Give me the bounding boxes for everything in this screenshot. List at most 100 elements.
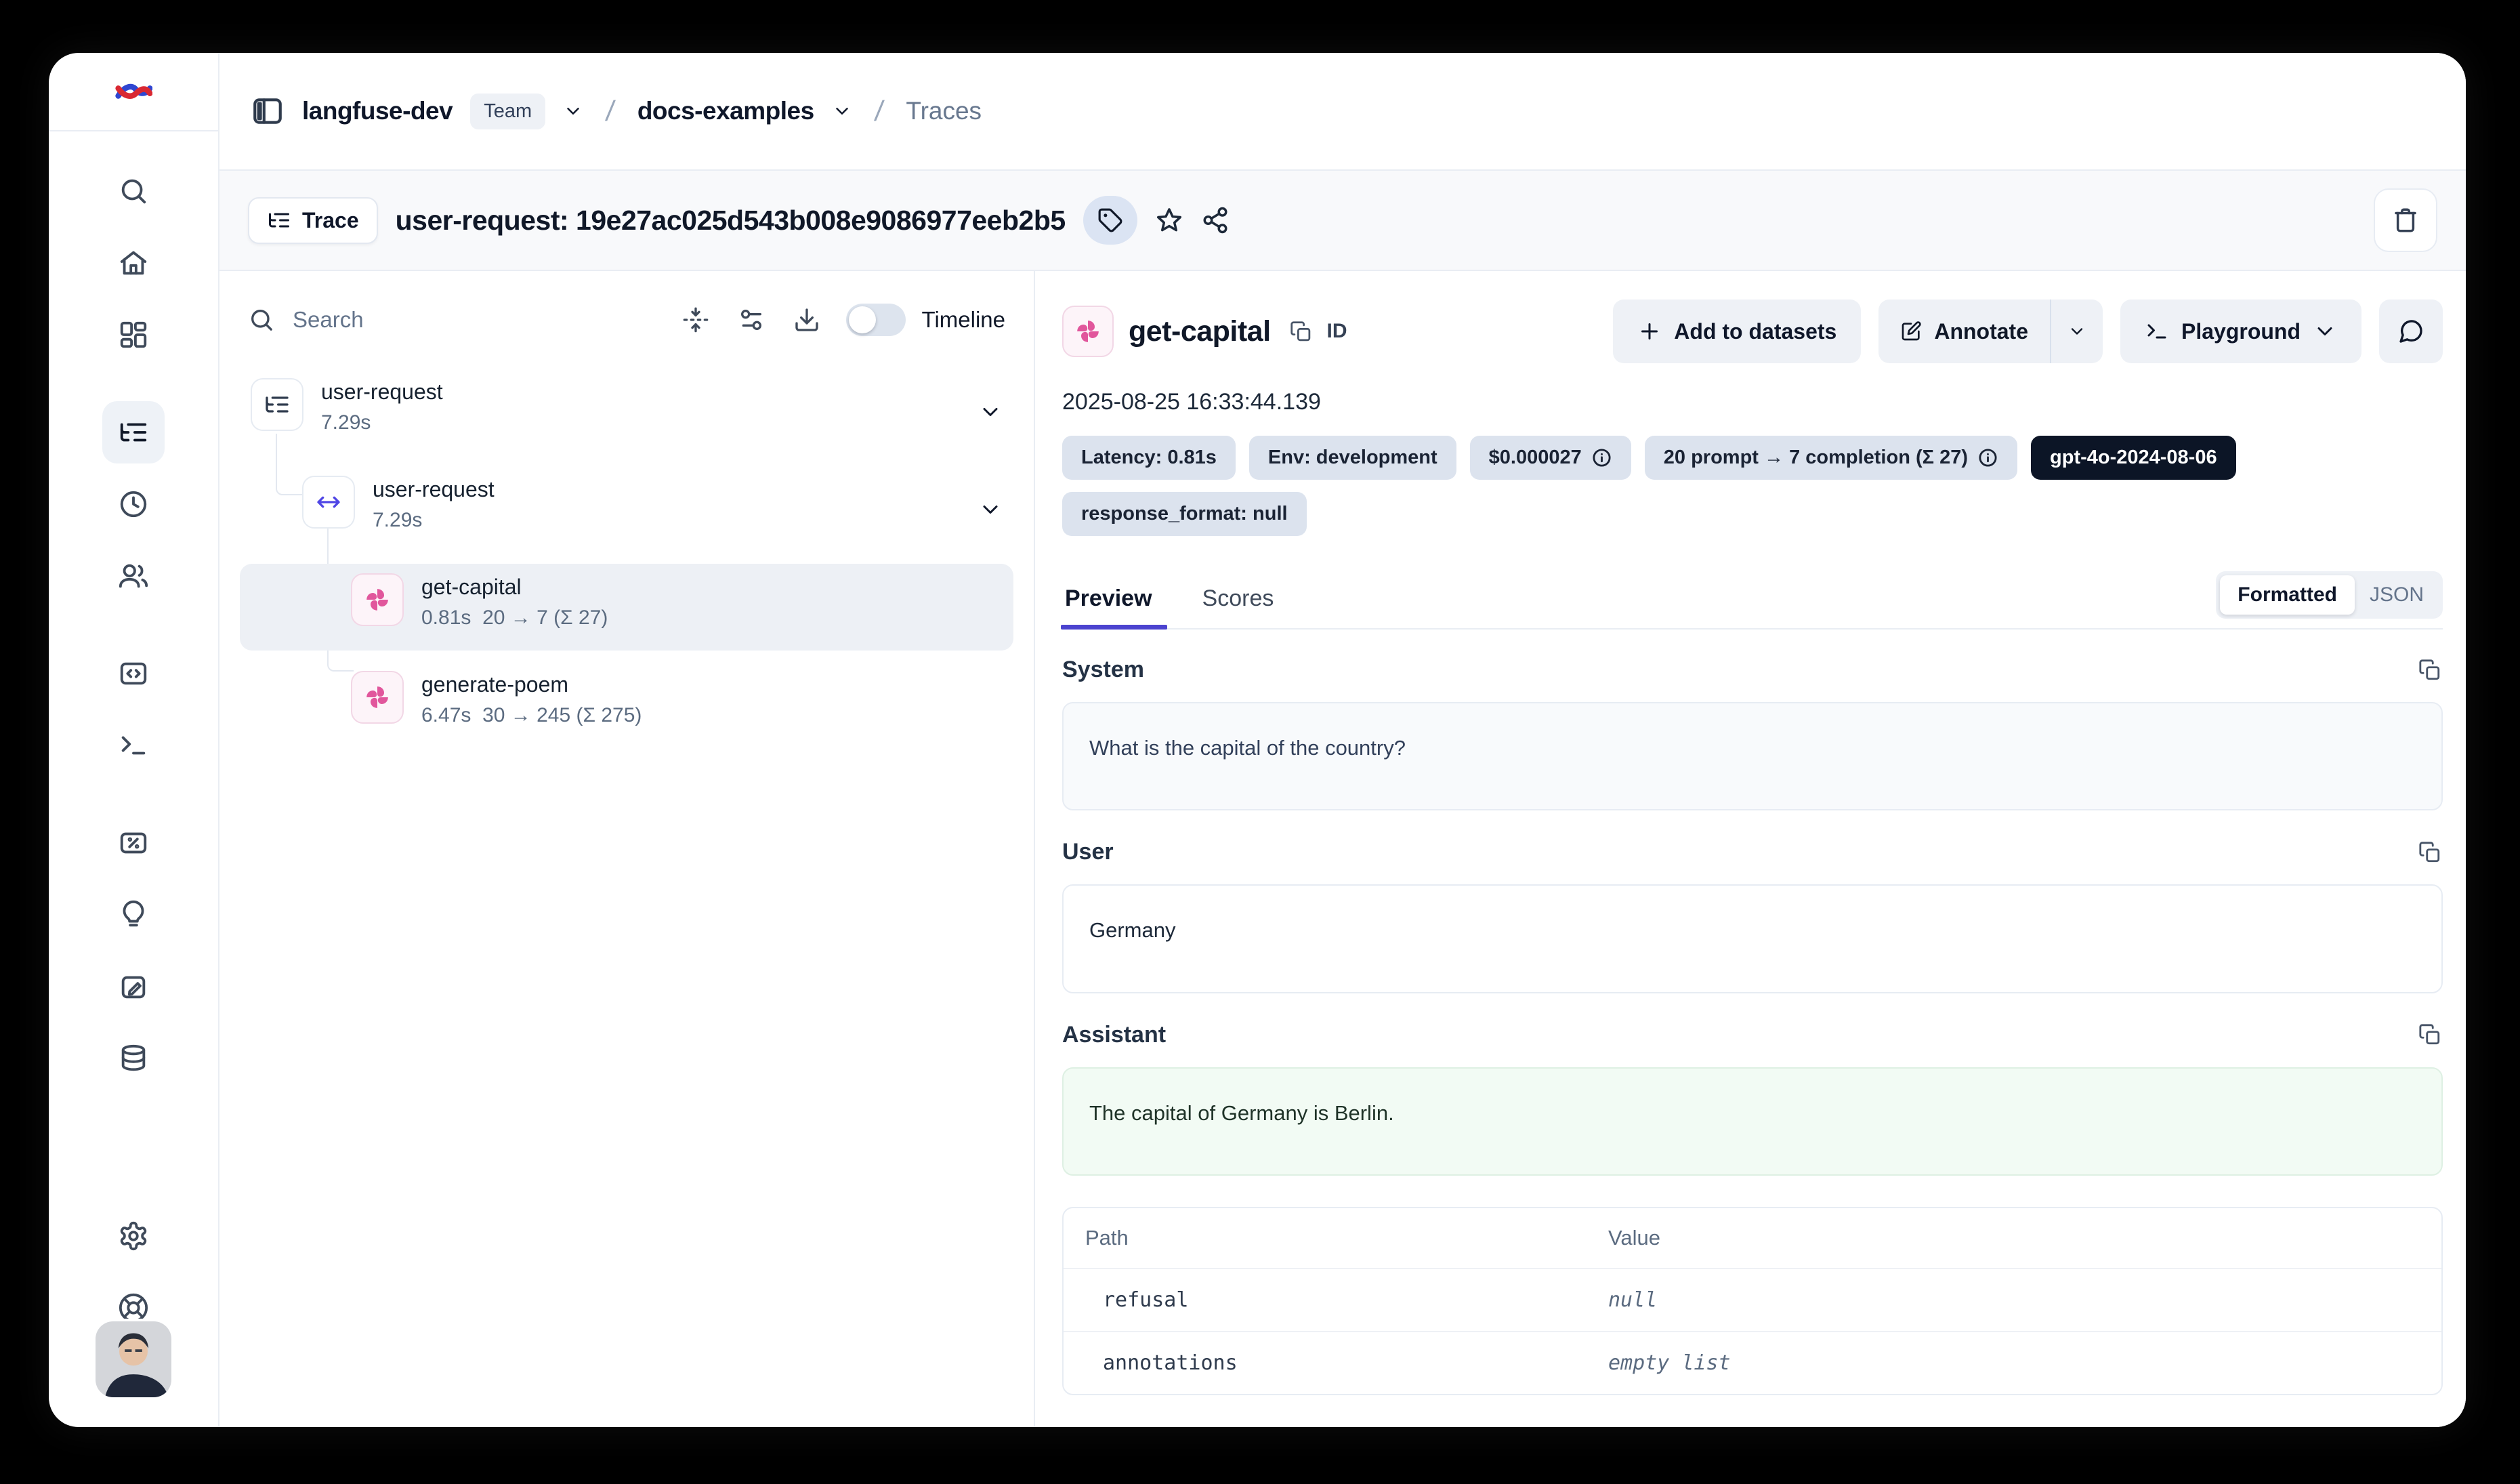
org-plan-badge: Team [470, 94, 545, 129]
breadcrumb-page[interactable]: Traces [906, 97, 982, 125]
sidebar-toggle-button[interactable] [251, 94, 285, 128]
tree-settings-button[interactable] [738, 306, 765, 333]
observation-detail-panel: get-capital ID Add to datasets [1035, 271, 2466, 1427]
generation-pinwheel-icon [364, 684, 391, 711]
sidebar-item-evaluations[interactable] [102, 812, 165, 874]
node-label: user-request [373, 477, 495, 502]
tab-scores[interactable]: Scores [1200, 585, 1289, 628]
share-icon [1201, 206, 1230, 234]
metric-badges-row: Latency: 0.81s Env: development $0.00002… [1062, 436, 2443, 480]
sidebar-item-home[interactable] [102, 232, 165, 294]
tree-node-span[interactable]: user-request 7.29s [240, 466, 1013, 553]
timeline-toggle[interactable] [846, 304, 906, 336]
trace-node-icon [251, 378, 303, 431]
lightbulb-icon [118, 899, 149, 930]
sidebar-item-tracing[interactable] [102, 401, 165, 463]
path-cell: refusal [1085, 1288, 1608, 1312]
collapse-node-chevron[interactable] [978, 497, 1003, 522]
node-duration: 7.29s [373, 509, 495, 532]
view-mode-toggle: Formatted JSON [2216, 571, 2443, 619]
path-column-header: Path [1085, 1226, 1608, 1250]
share-button[interactable] [1201, 206, 1230, 234]
user-heading: User [1062, 839, 1114, 865]
content-body: Search Timeline [219, 271, 2466, 1427]
database-icon [118, 1043, 149, 1074]
copy-icon[interactable] [2418, 1023, 2441, 1046]
system-message-text: What is the capital of the country? [1089, 736, 1406, 760]
latency-badge: Latency: 0.81s [1062, 436, 1236, 480]
observation-tree-panel: Search Timeline [219, 271, 1035, 1427]
copy-id-button[interactable] [1290, 321, 1312, 343]
model-badge[interactable]: gpt-4o-2024-08-06 [2031, 436, 2236, 480]
system-heading: System [1062, 657, 1144, 683]
view-formatted-option[interactable]: Formatted [2220, 575, 2355, 615]
tags-button[interactable] [1083, 196, 1137, 245]
collapse-all-button[interactable] [682, 306, 709, 333]
add-to-datasets-button[interactable]: Add to datasets [1613, 300, 1861, 363]
user-message-box: Germany [1062, 884, 2443, 993]
tag-icon [1097, 207, 1123, 233]
terminal-icon [118, 730, 149, 761]
trace-type-badge[interactable]: Trace [248, 197, 378, 244]
value-cell: empty list [1608, 1351, 2420, 1375]
playground-label: Playground [2181, 319, 2301, 344]
breadcrumb-org[interactable]: langfuse-dev [302, 97, 453, 125]
add-to-datasets-label: Add to datasets [1674, 319, 1836, 344]
assistant-heading: Assistant [1062, 1022, 1166, 1048]
sidebar-item-search[interactable] [102, 160, 165, 222]
langfuse-logo[interactable] [49, 53, 218, 131]
tab-preview[interactable]: Preview [1062, 585, 1167, 628]
message-bubble-icon [2397, 318, 2424, 345]
sidebar-item-settings[interactable] [102, 1205, 165, 1267]
playground-button[interactable]: Playground [2120, 300, 2361, 363]
io-sections: System What is the capital of the countr… [1062, 630, 2443, 1427]
annotate-button[interactable]: Annotate [1878, 300, 2050, 363]
delete-trace-button[interactable] [2374, 188, 2437, 252]
generation-node-icon [351, 671, 404, 724]
bookmark-star-button[interactable] [1155, 206, 1183, 234]
tree-search-input[interactable]: Search [293, 307, 364, 333]
view-json-option[interactable]: JSON [2355, 575, 2439, 615]
node-metrics: 0.81s 20 → 7 (Σ 27) [421, 606, 608, 630]
screen: langfuse-dev Team / docs-examples / Trac… [0, 0, 2520, 1484]
sidebar-item-insights[interactable] [102, 884, 165, 946]
annotate-dropdown-chevron[interactable] [2050, 300, 2103, 363]
breadcrumb-project[interactable]: docs-examples [637, 97, 814, 125]
sidebar-item-users[interactable] [102, 545, 165, 607]
sidebar-item-dashboards[interactable] [102, 304, 165, 366]
system-section-header: System [1062, 657, 2441, 683]
icon-rail [49, 53, 219, 1427]
langfuse-logo-icon [114, 80, 152, 103]
sidebar-item-annotation-queues[interactable] [102, 955, 165, 1018]
tree-node-generation[interactable]: generate-poem 6.47s 30 → 245 (Σ 275) [240, 661, 1013, 748]
breadcrumb-separator: / [873, 95, 885, 127]
copy-icon[interactable] [2418, 841, 2441, 864]
param-badges-row: response_format: null [1062, 492, 2443, 536]
arrows-horizontal-icon [315, 489, 342, 516]
sidebar-item-playground[interactable] [102, 714, 165, 777]
comments-button[interactable] [2379, 300, 2443, 363]
search-icon [118, 176, 149, 207]
tree-node-trace[interactable]: user-request 7.29s [240, 369, 1013, 455]
token-usage-badge: 20 prompt → 7 completion (Σ 27) [1645, 436, 2017, 480]
collapse-node-chevron[interactable] [978, 400, 1003, 424]
download-icon [793, 306, 820, 333]
sidebar-item-prompts[interactable] [102, 642, 165, 705]
path-cell: annotations [1085, 1351, 1608, 1375]
sidebar-item-sessions[interactable] [102, 473, 165, 535]
value-cell: null [1608, 1288, 2420, 1312]
node-metrics: 6.47s 30 → 245 (Σ 275) [421, 704, 642, 727]
clock-icon [118, 489, 149, 520]
org-switcher-chevron[interactable] [563, 101, 583, 121]
copy-icon[interactable] [2418, 659, 2441, 682]
sidebar-item-datasets[interactable] [102, 1027, 165, 1090]
user-avatar[interactable] [96, 1321, 171, 1397]
project-switcher-chevron[interactable] [832, 101, 852, 121]
detail-actions: Add to datasets Annotate [1613, 300, 2443, 363]
span-node-icon [302, 476, 355, 529]
output-properties-table: Path Value refusal null annotations empt… [1062, 1207, 2443, 1395]
tree-node-generation-selected[interactable]: get-capital 0.81s 20 → 7 (Σ 27) [240, 564, 1013, 651]
download-button[interactable] [793, 306, 820, 333]
generation-node-icon [351, 573, 404, 626]
node-label: get-capital [421, 575, 608, 600]
